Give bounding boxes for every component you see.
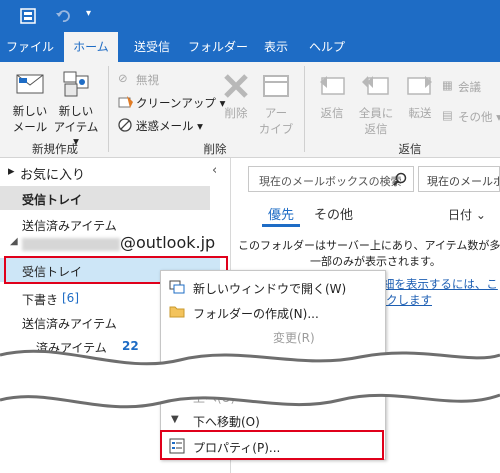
junk-button[interactable]: 迷惑メール ▾ <box>118 116 218 134</box>
search-scope-label: 現在のメールボックス <box>427 175 499 188</box>
tab-view[interactable]: 表示 <box>256 32 296 62</box>
torn-page-wave <box>0 349 500 409</box>
new-window-icon <box>169 280 185 294</box>
ignore-button[interactable]: ⊘ 無視 <box>118 70 208 88</box>
archive-label-1: アー <box>264 106 288 120</box>
tab-other[interactable]: その他 <box>314 204 353 223</box>
server-notice-line2: 一部のみが表示されます。 <box>310 255 441 268</box>
delete-label: 削除 <box>224 106 248 120</box>
drafts-folder[interactable]: 下書き <box>22 291 58 308</box>
reply-icon <box>320 76 345 95</box>
new-mail-label-1: 新しい <box>12 104 48 118</box>
ribbon-separator <box>304 66 305 152</box>
group-delete-label: 削除 <box>203 142 227 156</box>
new-items-icon <box>63 71 89 97</box>
focused-underline <box>262 224 300 227</box>
down-arrow-icon: ▼ <box>171 414 179 425</box>
new-mail-label-2: メール <box>12 120 48 134</box>
reply-all-label-2: 返信 <box>364 122 388 136</box>
tab-focused[interactable]: 優先 <box>268 204 294 223</box>
menu-move-down[interactable]: 下へ移動(O) <box>193 413 260 430</box>
tab-file[interactable]: ファイル <box>2 32 58 62</box>
cleanup-label: クリーンアップ ▾ <box>136 96 226 110</box>
archive-label-2: カイブ <box>258 122 294 136</box>
new-item-button[interactable]: 新しい アイテム ▾ <box>50 70 102 148</box>
group-new-label: 新規作成 <box>32 142 78 156</box>
favorites-header[interactable]: お気に入り <box>20 164 85 183</box>
reply-label: 返信 <box>320 106 344 120</box>
search-scope-dropdown[interactable]: 現在のメールボックス <box>418 166 500 192</box>
new-item-label-1: 新しい <box>58 104 94 118</box>
tab-folder[interactable]: フォルダー <box>186 32 250 62</box>
cleanup-button[interactable]: クリーンアップ ▾ <box>118 93 225 111</box>
collapse-favorites-icon[interactable]: ▸ <box>8 164 15 179</box>
search-icon[interactable] <box>393 172 407 186</box>
search-box[interactable]: 現在のメールボックスの検索 <box>248 166 414 192</box>
fav-inbox[interactable]: 受信トレイ <box>22 191 82 208</box>
tab-help[interactable]: ヘルプ <box>302 32 352 62</box>
sort-by-date[interactable]: 日付 ⌄ <box>448 206 486 223</box>
server-notice-line1: このフォルダーはサーバー上にあり、アイテム数が多いた <box>238 239 500 252</box>
meeting-label: 会議 <box>458 80 481 94</box>
quick-access-icon[interactable] <box>20 8 36 24</box>
forward-button[interactable]: 転送 <box>400 70 440 140</box>
ignore-label: 無視 <box>136 73 159 87</box>
forward-icon <box>407 76 432 95</box>
reply-all-icon <box>362 76 389 95</box>
expand-account-icon[interactable]: ◢ <box>10 236 18 247</box>
tab-home[interactable]: ホーム <box>64 32 118 62</box>
menu-open-new-window[interactable]: 新しいウィンドウで開く(W) <box>193 280 346 297</box>
more-icon: ▤ <box>442 108 453 122</box>
junk-icon <box>118 118 132 132</box>
other-label: その他 ▾ <box>458 110 500 124</box>
envelope-icon <box>16 74 44 94</box>
archive-icon <box>263 75 289 97</box>
account-email[interactable]: @outlook.jp <box>120 233 215 252</box>
customize-dropdown-icon[interactable]: ▾ <box>86 8 91 19</box>
fav-sent[interactable]: 送信済みアイテム <box>22 217 117 234</box>
delete-x-icon <box>224 74 248 98</box>
undo-icon[interactable] <box>55 8 71 24</box>
blurred-account-name <box>22 238 120 251</box>
delete-button[interactable]: 削除 <box>218 70 254 140</box>
reply-button[interactable]: 返信 <box>312 70 352 140</box>
ignore-icon: ⊘ <box>118 71 128 85</box>
tab-send-receive[interactable]: 送受信 <box>124 32 180 62</box>
new-mail-button[interactable]: 新しい メール <box>10 70 50 140</box>
archive-button[interactable]: アー カイブ <box>256 70 296 140</box>
title-bar: ▾ <box>0 0 500 32</box>
drafts-count: [6] <box>62 291 79 305</box>
junk-label: 迷惑メール ▾ <box>136 119 203 133</box>
group-respond-label: 返信 <box>398 142 422 156</box>
meeting-button[interactable]: ▦ 会議 <box>442 78 500 96</box>
menu-create-folder[interactable]: フォルダーの作成(N)... <box>193 305 319 322</box>
cleanup-icon <box>118 96 133 108</box>
other-button[interactable]: ▤ その他 ▾ <box>442 108 500 126</box>
reply-all-button[interactable]: 全員に 返信 <box>354 70 398 140</box>
folder-icon <box>169 306 185 318</box>
forward-label: 転送 <box>408 106 432 120</box>
search-placeholder: 現在のメールボックスの検索 <box>259 175 402 188</box>
menu-rename[interactable]: 変更(R) <box>273 329 315 346</box>
reply-all-label-1: 全員に <box>358 106 394 120</box>
properties-highlight-box <box>160 430 384 460</box>
ribbon-tabs: ファイル ホーム 送受信 フォルダー 表示 ヘルプ <box>0 32 500 62</box>
meeting-icon: ▦ <box>442 78 453 92</box>
ribbon-separator <box>108 66 109 152</box>
collapse-pane-icon[interactable]: ‹ <box>212 163 217 178</box>
sent-folder[interactable]: 送信済みアイテム <box>22 315 117 332</box>
